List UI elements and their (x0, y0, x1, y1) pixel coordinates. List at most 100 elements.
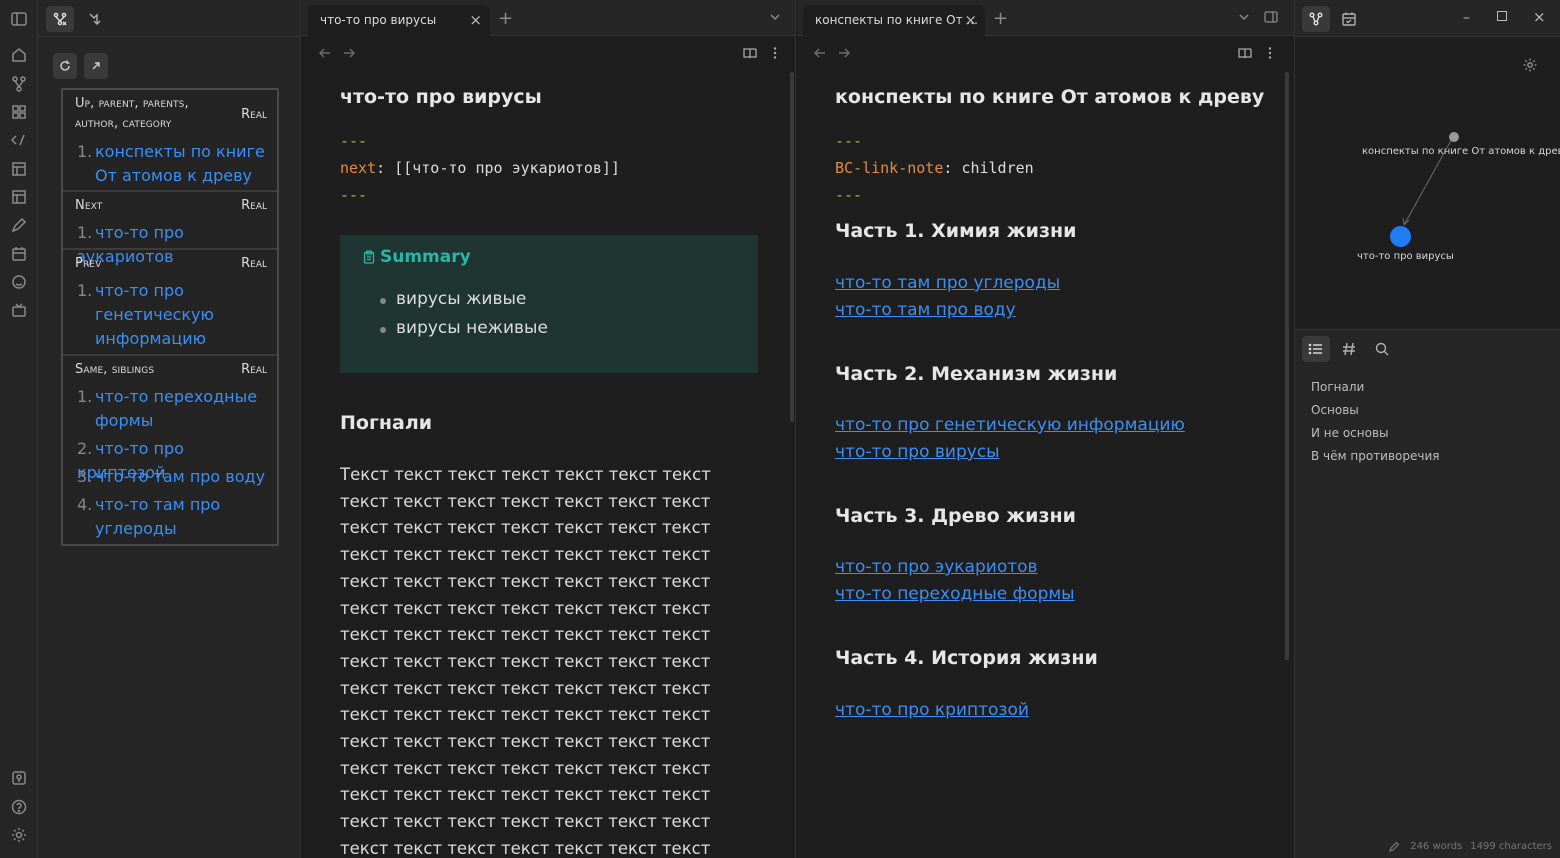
scrollbar[interactable] (1285, 72, 1289, 660)
help-icon[interactable] (10, 798, 28, 816)
outline-item[interactable]: Погнали (1311, 380, 1364, 394)
right-sidebar-toggle-icon[interactable] (1264, 10, 1278, 24)
tv-icon[interactable] (10, 301, 28, 319)
close-icon[interactable]: × (469, 5, 482, 36)
item-link-cont[interactable]: углероды (77, 517, 272, 541)
close-icon[interactable]: × (964, 5, 977, 36)
list-item[interactable]: 4. что-то там про углероды (77, 493, 272, 541)
local-graph[interactable]: конспекты по книге От атомов к древу что… (1295, 36, 1560, 330)
heading-part-4: Часть 4. История жизни (835, 647, 1098, 669)
graph-node[interactable] (1449, 132, 1459, 142)
local-graph-tab-icon[interactable] (1302, 6, 1330, 32)
internal-link[interactable]: что-то там про воду (835, 300, 1016, 320)
more-options-icon[interactable] (1263, 46, 1277, 60)
blocks-icon[interactable] (10, 103, 28, 121)
item-number: 1. (77, 142, 93, 161)
new-tab-plus-icon[interactable]: + (498, 8, 513, 29)
internal-link[interactable]: что-то про вирусы (835, 442, 1000, 462)
new-tab-plus-icon[interactable]: + (993, 8, 1008, 29)
open-view-button[interactable] (84, 53, 108, 79)
section-kind: Real (241, 362, 267, 377)
item-link[interactable]: что-то переходные (95, 387, 257, 406)
pencil-icon (1389, 841, 1410, 852)
graph-node-current[interactable] (1390, 226, 1411, 247)
heading-pognali: Погнали (340, 412, 433, 434)
item-number: 3. (77, 467, 93, 486)
internal-link[interactable]: что-то про генетическую информацию (835, 415, 1185, 435)
calendar-tab-icon[interactable] (1335, 6, 1363, 32)
refresh-button[interactable] (53, 53, 77, 79)
tab-konspekty-note[interactable]: конспекты по книге От ... × (803, 5, 985, 36)
section-kind: Real (241, 107, 267, 122)
reading-view-book-icon[interactable] (1238, 46, 1252, 60)
frontmatter-key: BC-link-note (835, 159, 944, 177)
layout-alt-icon[interactable] (10, 188, 28, 206)
graph-branch-icon[interactable] (10, 75, 28, 93)
outline-item[interactable]: И не основы (1311, 426, 1389, 440)
list-item[interactable]: 3. что-то там про воду (77, 465, 272, 489)
item-link[interactable]: что-то там про (95, 495, 220, 514)
section-kind: Real (241, 256, 267, 271)
template-code-icon[interactable] (10, 131, 28, 149)
item-link-cont[interactable]: информацию (77, 327, 272, 351)
frontmatter-dash: --- (835, 186, 863, 204)
calendar-icon[interactable] (10, 245, 28, 263)
sidebar-toggle-icon[interactable] (10, 10, 28, 28)
item-link[interactable]: что-то про (95, 281, 184, 300)
item-link-cont[interactable]: От атомов к древу (77, 164, 272, 188)
back-arrow-icon[interactable] (318, 46, 332, 60)
heading-part-2: Часть 2. Механизм жизни (835, 363, 1118, 385)
left-sidebar: Up, parent, parents, author, category Re… (38, 0, 301, 858)
scrollbar[interactable] (790, 72, 794, 422)
outline-list-icon[interactable] (1302, 336, 1330, 362)
section-label-cont: author, category (75, 116, 172, 131)
refresh-index-button[interactable] (80, 6, 108, 32)
reading-view-book-icon[interactable] (743, 46, 757, 60)
internal-link[interactable]: что-то переходные формы (835, 584, 1075, 604)
home-icon[interactable] (10, 46, 28, 64)
nav-row (797, 36, 1294, 70)
settings-gear-icon[interactable] (10, 826, 28, 844)
minimize-icon[interactable]: – (1463, 10, 1470, 26)
chevron-down-icon[interactable] (1237, 10, 1251, 24)
internal-link[interactable]: что-то там про углероды (835, 273, 1060, 293)
list-item: вирусы неживые (396, 318, 548, 338)
item-link[interactable]: конспекты по книге (95, 142, 265, 161)
breadcrumbs-view-button[interactable] (46, 6, 74, 32)
list-item[interactable]: 1. конспекты по книге От атомов к древу (77, 140, 272, 188)
layout-icon[interactable] (10, 160, 28, 178)
bullet (380, 298, 386, 304)
tab-bar: конспекты по книге От ... × + (797, 0, 1294, 36)
list-item[interactable]: 1. что-то про генетическую информацию (77, 279, 272, 351)
item-number: 2. (77, 439, 93, 458)
item-link[interactable]: что-то там про воду (95, 467, 265, 486)
note-title: конспекты по книге От атомов к древу (835, 86, 1265, 108)
more-options-icon[interactable] (768, 46, 782, 60)
section-label: Up, parent, parents, (75, 96, 189, 111)
forward-arrow-icon[interactable] (837, 46, 851, 60)
tab-label: что-то про вирусы (320, 13, 437, 27)
frontmatter-dash: --- (340, 132, 368, 150)
tab-virus-note[interactable]: что-то про вирусы × (308, 5, 490, 36)
internal-link[interactable]: что-то про эукариотов (835, 557, 1038, 577)
forward-arrow-icon[interactable] (342, 46, 356, 60)
outline-item[interactable]: Основы (1311, 403, 1359, 417)
outline-item[interactable]: В чём противоречия (1311, 449, 1440, 463)
chevron-down-icon[interactable] (768, 10, 782, 24)
search-icon[interactable] (1368, 336, 1396, 362)
internal-link[interactable]: что-то про криптозой (835, 700, 1029, 720)
close-window-icon[interactable]: × (1533, 8, 1546, 26)
maximize-icon[interactable] (1497, 11, 1507, 21)
tags-hash-icon[interactable] (1335, 336, 1363, 362)
vault-icon[interactable] (10, 769, 28, 787)
back-arrow-icon[interactable] (813, 46, 827, 60)
item-link-cont[interactable]: формы (77, 409, 272, 433)
matrix-section-siblings: Same, siblings Real 1. что-то переходные … (63, 356, 277, 544)
matrix-section-up: Up, parent, parents, author, category Re… (63, 90, 277, 192)
frontmatter-dash: --- (835, 132, 863, 150)
smiley-icon[interactable] (10, 273, 28, 291)
body-paragraph: Текст текст текст текст текст текст текс… (340, 465, 711, 858)
list-item[interactable]: 1. что-то переходные формы (77, 385, 272, 433)
item-link-cont[interactable]: генетическую (77, 303, 272, 327)
pen-icon[interactable] (10, 216, 28, 234)
